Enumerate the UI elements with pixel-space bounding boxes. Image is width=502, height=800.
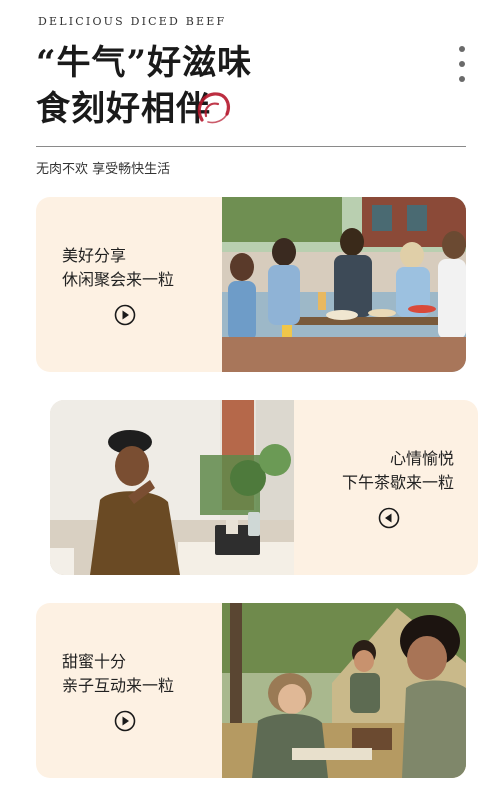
play-circle-icon[interactable] — [378, 507, 400, 529]
brand-eyebrow: DELICIOUS DICED BEEF — [38, 15, 227, 28]
man-thinking-photo — [50, 400, 294, 575]
page-subtitle: 无肉不欢 享受畅快生活 — [36, 162, 171, 177]
play-circle-icon[interactable] — [114, 304, 136, 326]
red-seal-stamp-icon — [197, 92, 230, 124]
card-caption: 下午茶歇来一粒 — [341, 472, 454, 492]
card-caption: 亲子互动来一粒 — [62, 675, 175, 695]
card-text: 美好分享 休闲聚会来一粒 — [62, 197, 174, 372]
more-options-icon[interactable] — [456, 46, 468, 82]
children-camping-photo — [222, 603, 466, 778]
friends-dining-photo — [222, 197, 466, 372]
divider — [36, 146, 466, 147]
card-heading: 甜蜜十分 — [62, 651, 127, 671]
card-heading: 心情愉悦 — [389, 448, 454, 468]
card-sharing[interactable]: 美好分享 休闲聚会来一粒 — [36, 197, 466, 372]
card-afternoon-tea[interactable]: 心情愉悦 下午茶歇来一粒 — [50, 400, 478, 575]
card-family[interactable]: 甜蜜十分 亲子互动来一粒 — [36, 603, 466, 778]
card-text: 甜蜜十分 亲子互动来一粒 — [62, 603, 174, 778]
play-circle-icon[interactable] — [114, 710, 136, 732]
card-text: 心情愉悦 下午茶歇来一粒 — [342, 400, 454, 575]
card-caption: 休闲聚会来一粒 — [62, 269, 175, 289]
card-heading: 美好分享 — [62, 245, 127, 265]
title-line-1: “牛气”好滋味 — [36, 43, 253, 83]
